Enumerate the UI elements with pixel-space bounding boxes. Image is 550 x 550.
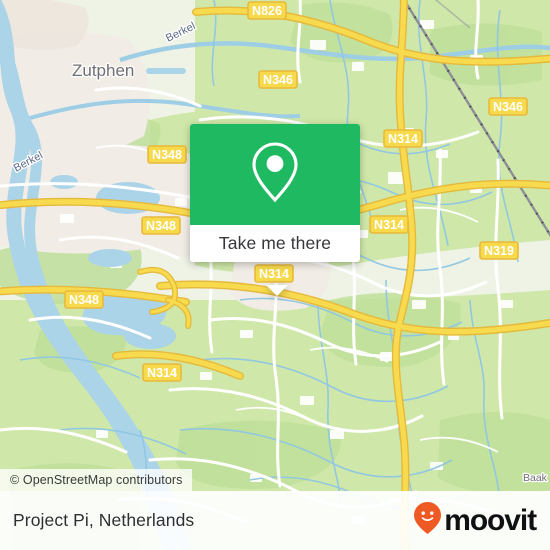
map-canvas[interactable]: Zutphen Berkel Berkel Baak N826 N346 N346 N348… bbox=[0, 0, 550, 550]
map-pin-icon bbox=[249, 140, 301, 209]
popup-action-row[interactable]: Take me there bbox=[190, 225, 360, 262]
popup-icon-area bbox=[190, 124, 360, 225]
road-shield-label: N348 bbox=[152, 148, 182, 162]
moovit-map-screen: Zutphen Berkel Berkel Baak N826 N346 N346 N348… bbox=[0, 0, 550, 550]
road-shield-label: N314 bbox=[147, 366, 177, 380]
road-shield-label: N348 bbox=[146, 219, 176, 233]
road-shield: N314 bbox=[142, 363, 182, 382]
take-me-there-label: Take me there bbox=[218, 233, 332, 253]
road-shield: N348 bbox=[141, 216, 181, 235]
moovit-logo[interactable]: moovit bbox=[413, 501, 537, 540]
road-shield: N314 bbox=[383, 129, 423, 148]
road-shield-label: N346 bbox=[493, 100, 523, 114]
road-shield-label: N826 bbox=[252, 4, 282, 18]
road-shield-label: N348 bbox=[69, 293, 99, 307]
map-place-label: Zutphen bbox=[72, 61, 134, 80]
popup-pointer-tail bbox=[266, 285, 288, 296]
osm-attribution-text: © OpenStreetMap contributors bbox=[10, 473, 183, 487]
road-shield: N348 bbox=[147, 145, 187, 164]
road-shield-label: N314 bbox=[374, 218, 404, 232]
road-shield-label: N314 bbox=[388, 132, 418, 146]
osm-attribution[interactable]: © OpenStreetMap contributors bbox=[0, 469, 192, 491]
road-shield: N314 bbox=[369, 215, 409, 234]
moovit-smiley-pin-icon bbox=[413, 501, 442, 540]
road-shield: N348 bbox=[64, 290, 104, 309]
road-shield: N314 bbox=[254, 264, 294, 283]
place-title: Project Pi, Netherlands bbox=[13, 510, 195, 530]
road-shield-label: N319 bbox=[484, 244, 514, 258]
road-shield: N826 bbox=[247, 1, 287, 20]
take-me-there-popup[interactable]: Take me there bbox=[190, 124, 360, 296]
moovit-wordmark: moovit bbox=[444, 503, 537, 537]
road-shield: N319 bbox=[479, 241, 519, 260]
road-shield: N346 bbox=[488, 97, 528, 116]
road-shield-label: N314 bbox=[259, 267, 289, 281]
road-shield: N346 bbox=[258, 70, 298, 89]
map-place-label: Baak bbox=[523, 472, 548, 484]
road-shield-label: N346 bbox=[263, 73, 293, 87]
footer-bar: Project Pi, Netherlands moovit bbox=[0, 491, 550, 550]
